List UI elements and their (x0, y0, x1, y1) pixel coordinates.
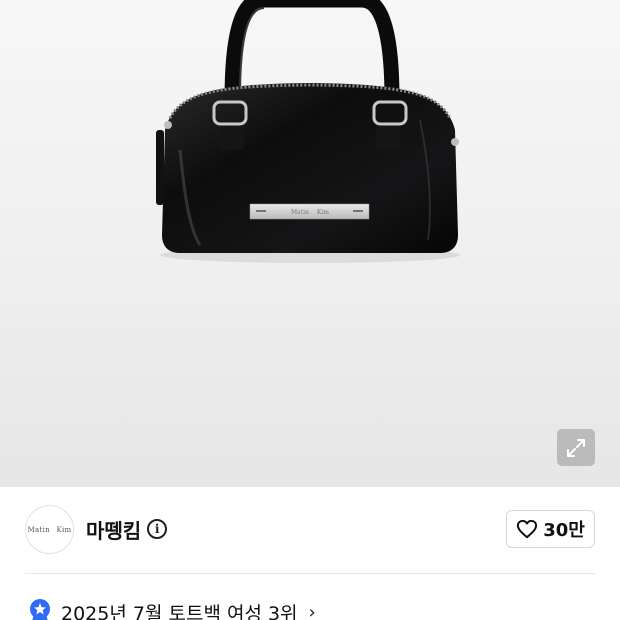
like-count: 30만 (543, 520, 585, 541)
brand-name: 마뗑킴 (86, 518, 142, 543)
brand-link[interactable]: 마뗑킴 i (86, 514, 168, 544)
chevron-right-icon: › (308, 601, 316, 620)
handbag-image: Matin Kim (156, 0, 460, 263)
expand-image-button[interactable] (557, 429, 595, 466)
like-button[interactable]: 30만 (506, 510, 595, 548)
ranking-link[interactable]: 2025년 7월 토트백 여성 3위 › (28, 597, 316, 620)
divider (25, 573, 595, 574)
bag-plate-text: Matin Kim (291, 209, 329, 216)
info-icon[interactable]: i (147, 519, 168, 539)
expand-arrows-icon (567, 438, 585, 457)
blue-ribbon-badge-icon (30, 599, 50, 620)
product-image[interactable]: Matin Kim (0, 0, 620, 487)
brand-logo[interactable]: Matin Kim (25, 505, 74, 554)
brand-logo-text: Matin Kim (27, 525, 72, 534)
ranking-text: 2025년 7월 토트백 여성 3위 (61, 602, 298, 620)
heart-outline-icon (517, 519, 538, 539)
